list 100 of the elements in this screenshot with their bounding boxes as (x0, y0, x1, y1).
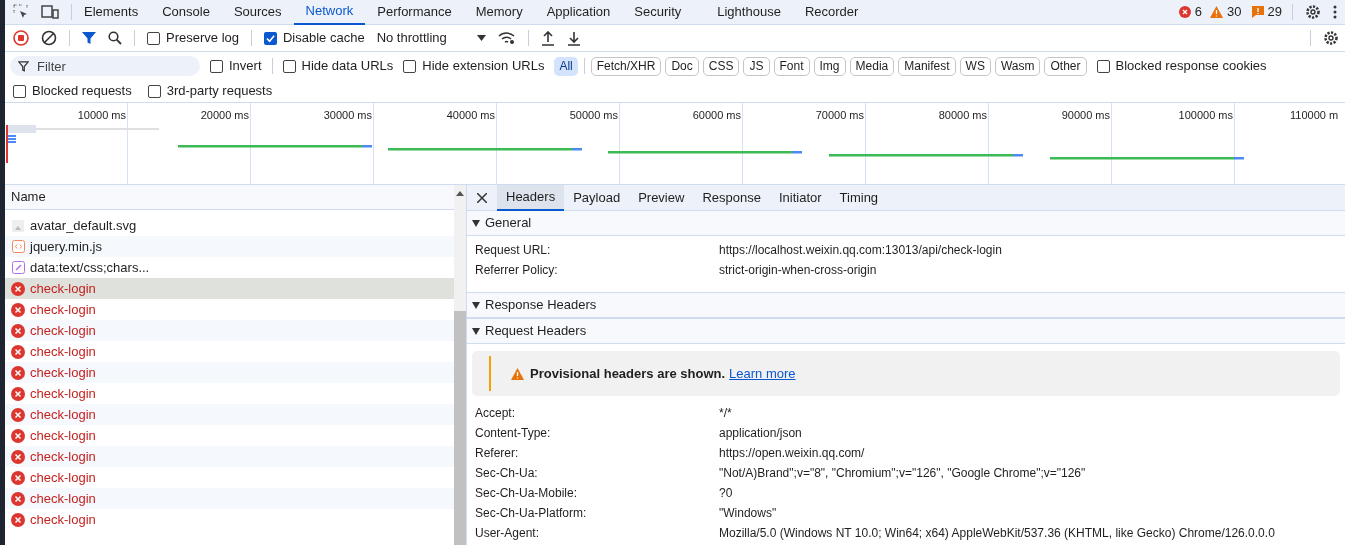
time-tick-label: 10000 ms (77, 108, 126, 123)
header-value: https://localhost.weixin.qq.com:13013/api/check-login (719, 242, 1002, 259)
hide-data-urls-checkbox[interactable]: Hide data URLs (282, 56, 394, 76)
panel-tab[interactable]: Elements (72, 0, 151, 25)
checkbox[interactable] (13, 84, 26, 98)
type-filter-chip[interactable]: Font (773, 56, 810, 76)
stylesheet-file-icon (11, 261, 25, 274)
request-name: jquery.min.js (30, 237, 102, 256)
filter-field[interactable]: Filter (10, 56, 200, 76)
request-row[interactable]: check-login (5, 320, 454, 341)
close-icon[interactable] (477, 192, 487, 203)
warning-count[interactable]: 30 (1210, 2, 1242, 22)
panel-tab[interactable]: Application (534, 0, 623, 25)
request-row[interactable]: check-login (5, 278, 454, 299)
checkbox[interactable] (147, 84, 161, 98)
learn-more-link[interactable]: Learn more (729, 363, 796, 384)
request-name: check-login (30, 468, 96, 487)
section-header[interactable]: Request Headers (467, 319, 1345, 344)
detail-tab[interactable]: Response (693, 184, 770, 211)
error-icon (11, 386, 25, 401)
settings-icon[interactable] (1323, 30, 1339, 46)
checkbox[interactable] (210, 59, 223, 73)
detail-tab[interactable]: Preview (629, 184, 694, 211)
header-value: */* (719, 405, 732, 422)
invert-checkbox[interactable]: Invert (210, 56, 262, 76)
type-filter-chip[interactable]: Manifest (898, 56, 956, 76)
type-filter-chip[interactable]: Img (813, 56, 846, 76)
request-row[interactable]: check-login (5, 404, 454, 425)
header-value: Mozilla/5.0 (Windows NT 10.0; Win64; x64) AppleWebKit/537.36 (KHTML, like Gecko) Chrome/126.0.0.0 (719, 525, 1275, 542)
section-header[interactable]: General (467, 211, 1345, 236)
type-filter-chip[interactable]: JS (743, 56, 770, 76)
panel-tab[interactable]: Security (622, 0, 694, 25)
header-value: application/json (719, 425, 802, 442)
checkbox[interactable] (264, 31, 277, 45)
header-value: https://open.weixin.qq.com/ (719, 445, 865, 462)
preserve-log-checkbox[interactable]: Preserve log (147, 28, 239, 48)
type-filter-chip[interactable]: Doc (665, 56, 699, 76)
time-tick-label: 110000 m (1290, 108, 1339, 123)
upload-icon[interactable] (540, 30, 555, 46)
request-row[interactable]: check-login (5, 488, 454, 509)
type-filter-chip[interactable]: Fetch/XHR (590, 56, 662, 76)
request-name: check-login (30, 447, 96, 466)
request-name: check-login (30, 384, 96, 403)
filter-icon[interactable] (82, 31, 96, 45)
device-toolbar-icon[interactable] (41, 4, 59, 20)
blocked-requests-checkbox[interactable]: Blocked requests (13, 81, 132, 101)
throttling-dropdown[interactable]: No throttling (376, 28, 486, 48)
time-tick-label: 100000 ms (1178, 108, 1233, 123)
type-filter-chip[interactable]: Other (1044, 56, 1087, 76)
checkbox[interactable] (1096, 59, 1110, 73)
record-stop-icon[interactable] (13, 30, 29, 46)
third-party-requests-checkbox[interactable]: 3rd-party requests (147, 81, 273, 101)
panel-tab[interactable]: Sources (221, 0, 294, 25)
error-icon (11, 281, 25, 296)
section-header[interactable]: Response Headers (467, 293, 1345, 318)
scroll-up-icon[interactable] (456, 191, 464, 196)
request-name: check-login (30, 489, 96, 508)
detail-tab[interactable]: Headers (497, 184, 565, 211)
detail-tab[interactable]: Timing (830, 184, 888, 211)
request-row[interactable]: check-login (5, 362, 454, 383)
error-icon (11, 428, 25, 443)
request-name: check-login (30, 342, 96, 361)
checkbox[interactable] (282, 59, 296, 73)
panel-tab[interactable]: Console (150, 0, 222, 25)
disable-cache-checkbox[interactable]: Disable cache (264, 28, 365, 48)
header-name: Sec-Ch-Ua-Platform: (474, 505, 588, 522)
type-filter-chip[interactable]: Wasm (994, 56, 1041, 76)
issue-count[interactable]: 29 (1251, 2, 1282, 22)
type-filter-chip[interactable]: All (554, 56, 578, 76)
panel-tab[interactable]: Performance (365, 0, 464, 25)
request-row[interactable]: jquery.min.js (5, 236, 454, 257)
error-count[interactable]: 6 (1178, 2, 1203, 22)
error-icon (11, 512, 25, 527)
detail-tab[interactable]: Initiator (769, 184, 831, 211)
header-name: Accept: (474, 405, 517, 422)
more-options-icon[interactable] (1333, 5, 1337, 19)
network-conditions-icon[interactable] (497, 31, 516, 45)
panel-tab[interactable]: Network (293, 0, 366, 25)
inspect-element-icon[interactable] (13, 4, 29, 20)
type-filter-chip[interactable]: WS (959, 56, 991, 76)
panel-tab[interactable]: Lighthouse (705, 0, 793, 25)
request-row[interactable]: check-login (5, 446, 454, 467)
hide-extension-urls-checkbox[interactable]: Hide extension URLs (403, 56, 545, 76)
scrollbar[interactable] (454, 185, 466, 545)
checkbox[interactable] (147, 31, 160, 45)
detail-tab[interactable]: Payload (564, 184, 630, 211)
error-icon (11, 470, 25, 485)
blocked-response-cookies-checkbox[interactable]: Blocked response cookies (1096, 56, 1267, 76)
settings-icon[interactable] (1305, 4, 1321, 20)
type-filter-chip[interactable]: CSS (702, 56, 740, 76)
type-filter-chip[interactable]: Media (849, 56, 895, 76)
search-icon[interactable] (108, 31, 122, 45)
panel-tab[interactable]: Memory (463, 0, 535, 25)
checkbox[interactable] (403, 59, 417, 73)
download-icon[interactable] (566, 30, 581, 46)
name-column-header[interactable]: Name (5, 185, 454, 210)
clear-icon[interactable] (41, 30, 57, 46)
panel-tab[interactable]: Recorder (792, 0, 871, 25)
time-tick-label: 70000 ms (815, 108, 864, 123)
error-icon (11, 344, 25, 359)
